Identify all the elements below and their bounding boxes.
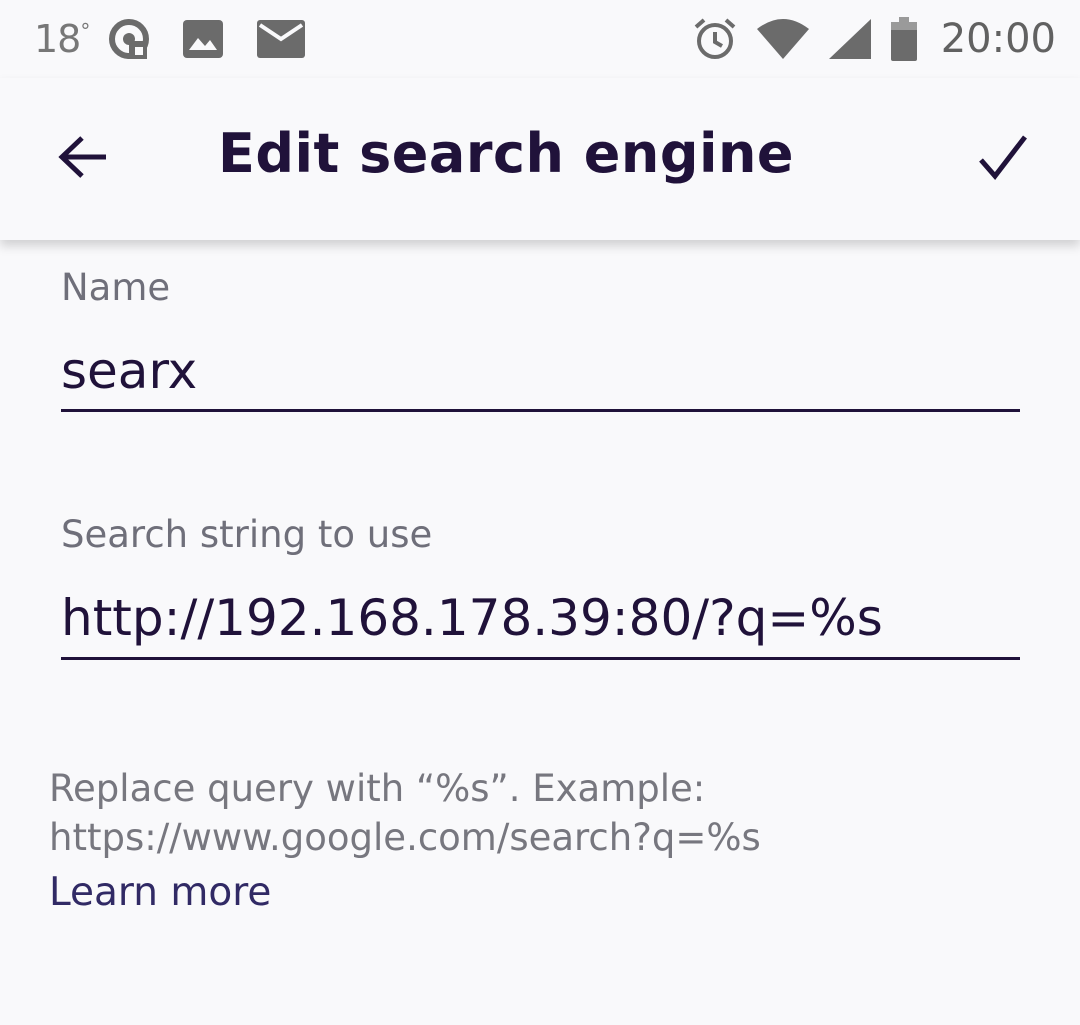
temperature-indicator: 18° — [34, 17, 90, 61]
search-string-help-text: Replace query with “%s”. Example: https:… — [49, 764, 1029, 862]
help-text-line-2: https://www.google.com/search?q=%s — [49, 816, 761, 859]
app-toolbar: Edit search engine — [0, 78, 1080, 240]
checkmark-icon — [979, 134, 1027, 185]
search-string-input[interactable] — [61, 587, 1020, 649]
alarm-icon — [693, 17, 737, 61]
image-notification-icon — [183, 20, 224, 58]
search-string-field-label: Search string to use — [61, 513, 433, 556]
status-bar: 18° 20:00 — [0, 0, 1080, 78]
temperature-value: 18 — [34, 17, 81, 61]
page-title: Edit search engine — [218, 122, 795, 185]
status-bar-right: 20:00 — [693, 14, 1056, 64]
name-input[interactable] — [61, 340, 1020, 402]
temperature-unit: ° — [80, 19, 90, 43]
back-button[interactable] — [46, 122, 120, 196]
arrow-back-icon — [58, 135, 108, 184]
help-text-line-1: Replace query with “%s”. Example: — [49, 767, 706, 810]
edit-search-engine-screen: 18° 20:00 Edit search engine Name searx … — [0, 0, 1080, 1025]
status-bar-left: 18° — [34, 14, 339, 64]
wifi-icon — [756, 19, 809, 59]
podcast-app-icon — [109, 19, 150, 59]
clock: 20:00 — [940, 16, 1056, 62]
mail-notification-icon — [257, 20, 306, 58]
battery-icon — [890, 17, 917, 61]
name-field: Name — [61, 266, 1020, 416]
search-string-field: Search string to use — [61, 513, 1020, 663]
search-string-input-underline — [61, 657, 1020, 660]
name-input-underline — [61, 409, 1020, 412]
name-field-label: Name — [61, 266, 171, 309]
save-button[interactable] — [966, 122, 1040, 196]
learn-more-link[interactable]: Learn more — [49, 870, 271, 915]
cell-signal-icon — [828, 19, 871, 59]
